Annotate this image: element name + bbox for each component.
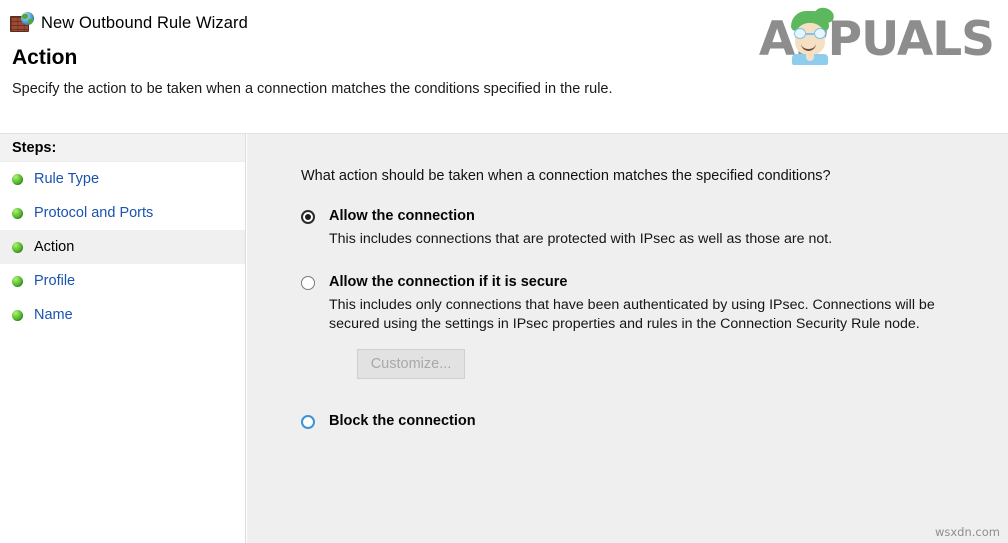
radio-allow-the-connection-if-secure[interactable] (301, 275, 315, 290)
wizard-body: Steps: Rule Type Protocol and Ports Acti… (0, 134, 1008, 543)
step-status-orb-icon (12, 275, 23, 287)
page-subtitle: Specify the action to be taken when a co… (12, 81, 613, 97)
sidebar-item-protocol-and-ports[interactable]: Protocol and Ports (0, 196, 245, 230)
customize-button[interactable]: Customize... (357, 348, 465, 379)
action-panel: What action should be taken when a conne… (246, 134, 1008, 543)
steps-sidebar: Steps: Rule Type Protocol and Ports Acti… (0, 134, 246, 543)
option-block-the-connection[interactable]: Block the connection (301, 413, 1008, 430)
sidebar-item-label: Profile (34, 272, 76, 289)
wizard-header: New Outbound Rule Wizard Action Specify … (0, 0, 1008, 134)
sidebar-item-label: Protocol and Ports (34, 204, 154, 221)
watermark: wsxdn.com (934, 525, 1000, 539)
option-description: This includes only connections that have… (329, 296, 935, 333)
appuals-logo: APPUALS (759, 11, 995, 66)
sidebar-item-label: Action (34, 238, 75, 255)
customize-button-wrap: Customize... (357, 348, 1008, 379)
window-title: New Outbound Rule Wizard (41, 13, 248, 32)
action-question: What action should be taken when a conne… (301, 168, 831, 184)
option-label[interactable]: Block the connection (329, 413, 1008, 430)
sidebar-item-rule-type[interactable]: Rule Type (0, 162, 245, 196)
steps-header: Steps: (0, 134, 245, 162)
sidebar-item-action[interactable]: Action (0, 230, 245, 264)
sidebar-item-profile[interactable]: Profile (0, 264, 245, 298)
option-allow-the-connection-if-secure[interactable]: Allow the connection if it is secure Thi… (301, 274, 1008, 379)
option-label[interactable]: Allow the connection if it is secure (329, 274, 1008, 291)
radio-allow-the-connection[interactable] (301, 210, 315, 224)
option-label[interactable]: Allow the connection (329, 208, 1008, 225)
sidebar-item-name[interactable]: Name (0, 298, 245, 332)
firewall-globe-icon (10, 12, 34, 34)
radio-block-the-connection[interactable] (301, 414, 315, 429)
appuals-mascot-icon (787, 11, 833, 65)
action-options-group: Allow the connection This includes conne… (301, 208, 1008, 430)
option-description: This includes connections that are prote… (329, 231, 833, 247)
option-allow-the-connection[interactable]: Allow the connection This includes conne… (301, 208, 1008, 250)
step-status-orb-icon (12, 309, 23, 321)
step-status-orb-icon (12, 173, 23, 185)
sidebar-item-label: Name (34, 306, 73, 323)
sidebar-item-label: Rule Type (34, 170, 100, 187)
step-status-orb-icon (12, 241, 23, 253)
step-status-orb-icon (12, 207, 23, 219)
